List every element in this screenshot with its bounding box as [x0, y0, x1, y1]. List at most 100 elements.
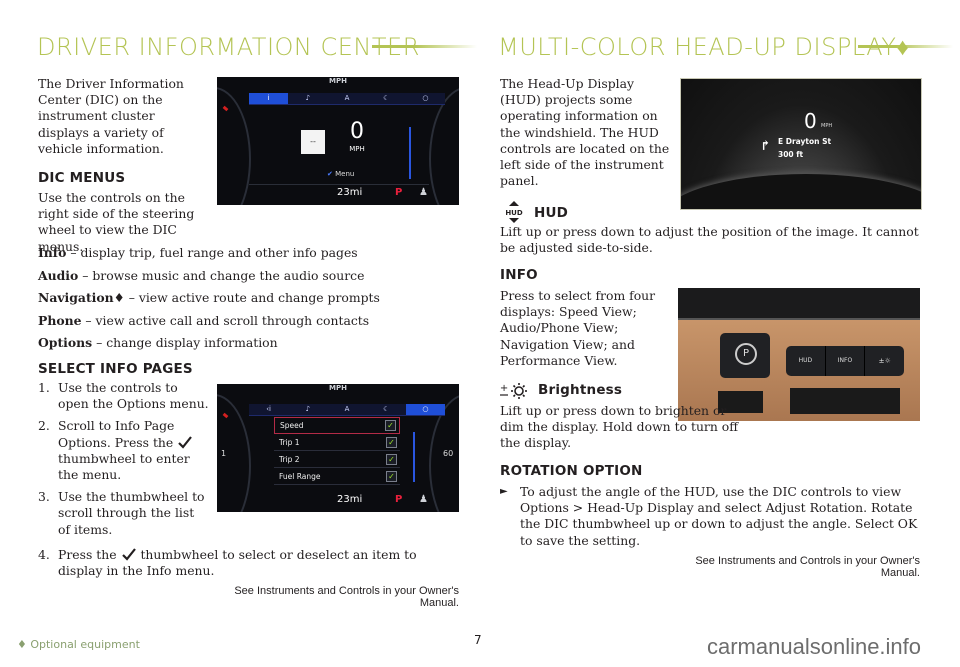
hud-switch-icon: HUD [500, 201, 528, 223]
parking-brake-button: P [720, 333, 770, 378]
tab-navigation[interactable]: A [327, 404, 366, 415]
right-gauge-label: 60 [443, 449, 454, 458]
checkbox-checked-icon[interactable]: ✓ [386, 453, 397, 465]
hud-controls-photo: P HUD INFO ±☼ [678, 288, 920, 421]
section-title-dic: DRIVER INFORMATION CENTER [37, 33, 420, 61]
turn-right-arrow-icon: ↱ [760, 139, 771, 154]
hud-heading: HUD [534, 205, 569, 221]
cluster-divider [249, 184, 429, 185]
scroll-indicator [409, 127, 411, 179]
menu-item-audio: Audio – browse music and change the audi… [38, 268, 458, 284]
bullet-arrow-icon: ► [500, 486, 508, 497]
option-label: Speed [280, 421, 304, 430]
hud-speed-unit: MPH [821, 123, 833, 129]
cluster-gear: P [395, 494, 403, 505]
step-2: 2. Scroll to Info Page Options. Press the… [38, 418, 210, 483]
tab-phone[interactable]: ☾ [367, 404, 406, 415]
option-label: Fuel Range [279, 471, 321, 481]
step-4: 4. Press the thumbwheel to select or des… [38, 547, 458, 579]
step-number: 2. [38, 418, 50, 434]
step-3: 3. Use the thumbwheel to scroll through t… [38, 489, 210, 538]
option-speed[interactable]: Speed ✓ [274, 417, 400, 434]
checkmark-icon [178, 435, 193, 449]
hud-photo: 0 MPH ↱ E Drayton St 300 ft [680, 78, 922, 210]
title-rule [372, 45, 477, 48]
cluster-range: 23mi [337, 494, 363, 505]
dashboard-curve [681, 174, 921, 209]
checkbox-checked-icon[interactable]: ✓ [385, 420, 396, 431]
info-text: Press to select from four displays: Spee… [500, 288, 656, 368]
hud-speed: 0 [804, 109, 817, 133]
menu-item-desc: – change display information [92, 335, 278, 350]
menu-item-phone: Phone – view active call and scroll thro… [38, 313, 458, 329]
dic-cluster-photo-main: MPH i ♪ A ☾ ○ -- 0 MPH ✔ Menu 23mi P ♟ [217, 77, 459, 205]
hud-distance: 300 ft [778, 150, 804, 159]
option-fuel-range[interactable]: Fuel Range ✓ [274, 468, 400, 485]
menu-item-desc: – display trip, fuel range and other inf… [66, 245, 358, 260]
dic-menu-list: Info – display trip, fuel range and othe… [38, 245, 458, 351]
tab-info[interactable]: ‹i [249, 404, 288, 415]
dic-intro: The Driver Information Center (DIC) on t… [38, 76, 184, 156]
dic-menus-heading: DIC MENUS [38, 170, 126, 186]
menu-item-options: Options – change display information [38, 335, 458, 351]
step-number: 1. [38, 380, 50, 395]
option-trip-1[interactable]: Trip 1 ✓ [274, 434, 400, 451]
tab-audio[interactable]: ♪ [288, 404, 327, 415]
menu-item-label: Navigation♦ [38, 290, 125, 305]
reference-note-left: See Instruments and Controls in your Own… [234, 585, 459, 609]
option-trip-2[interactable]: Trip 2 ✓ [274, 451, 400, 468]
menu-item-label: Options [38, 335, 93, 350]
page-number: 7 [474, 633, 482, 647]
rotation-heading: ROTATION OPTION [500, 463, 643, 479]
step-text: Press the [58, 547, 117, 562]
select-info-heading: SELECT INFO PAGES [38, 361, 193, 377]
step-text: Scroll to Info Page Options. Press the [58, 418, 175, 450]
optional-equipment-note: ♦ Optional equipment [17, 638, 140, 651]
step-1: 1. Use the controls to open the Options m… [38, 380, 210, 412]
menu-item-desc: – browse music and change the audio sour… [78, 267, 365, 283]
seatbelt-icon: ♟ [419, 187, 428, 198]
info-page-options-list: Speed ✓ Trip 1 ✓ Trip 2 ✓ Fuel Range ✓ [274, 417, 400, 485]
step-text: Use the controls to open the Options men… [58, 380, 209, 412]
dic-cluster-photo-options: 1 60 MPH ‹i ♪ A ☾ ○ Speed ✓ Trip 1 ✓ Trip … [217, 384, 459, 512]
cluster-top-label: MPH [329, 384, 347, 392]
tab-audio[interactable]: ♪ [288, 93, 327, 104]
tab-phone[interactable]: ☾ [367, 93, 406, 104]
select-info-steps: 1. Use the controls to open the Options m… [38, 380, 210, 544]
storage-slot [790, 388, 900, 414]
cluster-tab-bar: i ♪ A ☾ ○ [249, 93, 445, 105]
tab-info[interactable]: i [249, 93, 289, 104]
menu-item-label: Info [38, 245, 67, 260]
svg-text:+: + [500, 383, 508, 394]
tab-navigation[interactable]: A [327, 93, 366, 104]
check-circle-icon: ✔ [327, 170, 333, 178]
brightness-text: Lift up or press down to brighten or dim… [500, 403, 740, 452]
scroll-indicator[interactable] [413, 432, 415, 482]
section-title-hud: MULTI-COLOR HEAD-UP DISPLAY♦ [498, 33, 910, 61]
brightness-icon: + [500, 382, 530, 400]
cluster-speed-unit: MPH [349, 145, 365, 153]
tab-options[interactable]: ○ [406, 93, 445, 104]
menu-item-navigation: Navigation♦ – view active route and chan… [38, 290, 458, 306]
step-text: thumbwheel to enter the menu. [58, 450, 190, 483]
parking-brake-icon: P [735, 343, 757, 365]
cluster-gear: P [395, 187, 403, 198]
step-number: 3. [38, 489, 50, 505]
checkbox-checked-icon[interactable]: ✓ [386, 436, 397, 448]
tab-options[interactable]: ○ [405, 404, 446, 415]
left-gauge [217, 87, 251, 205]
left-gauge-label: 1 [221, 449, 227, 458]
cluster-top-label: MPH [329, 77, 347, 85]
brightness-button: ±☼ [878, 357, 891, 365]
step-number: 4. [38, 547, 50, 562]
option-label: Trip 1 [279, 437, 300, 447]
menu-item-desc: – view active route and change prompts [124, 290, 380, 305]
hud-text: Lift up or press down to adjust the posi… [500, 224, 919, 256]
cluster-speed: 0 [350, 119, 364, 144]
menu-hint-label: Menu [335, 170, 355, 178]
option-label: Trip 2 [279, 454, 300, 464]
hud-street: E Drayton St [778, 137, 832, 146]
menu-item-info: Info – display trip, fuel range and othe… [38, 245, 458, 261]
checkbox-checked-icon[interactable]: ✓ [386, 470, 397, 482]
brightness-heading: Brightness [538, 382, 623, 398]
